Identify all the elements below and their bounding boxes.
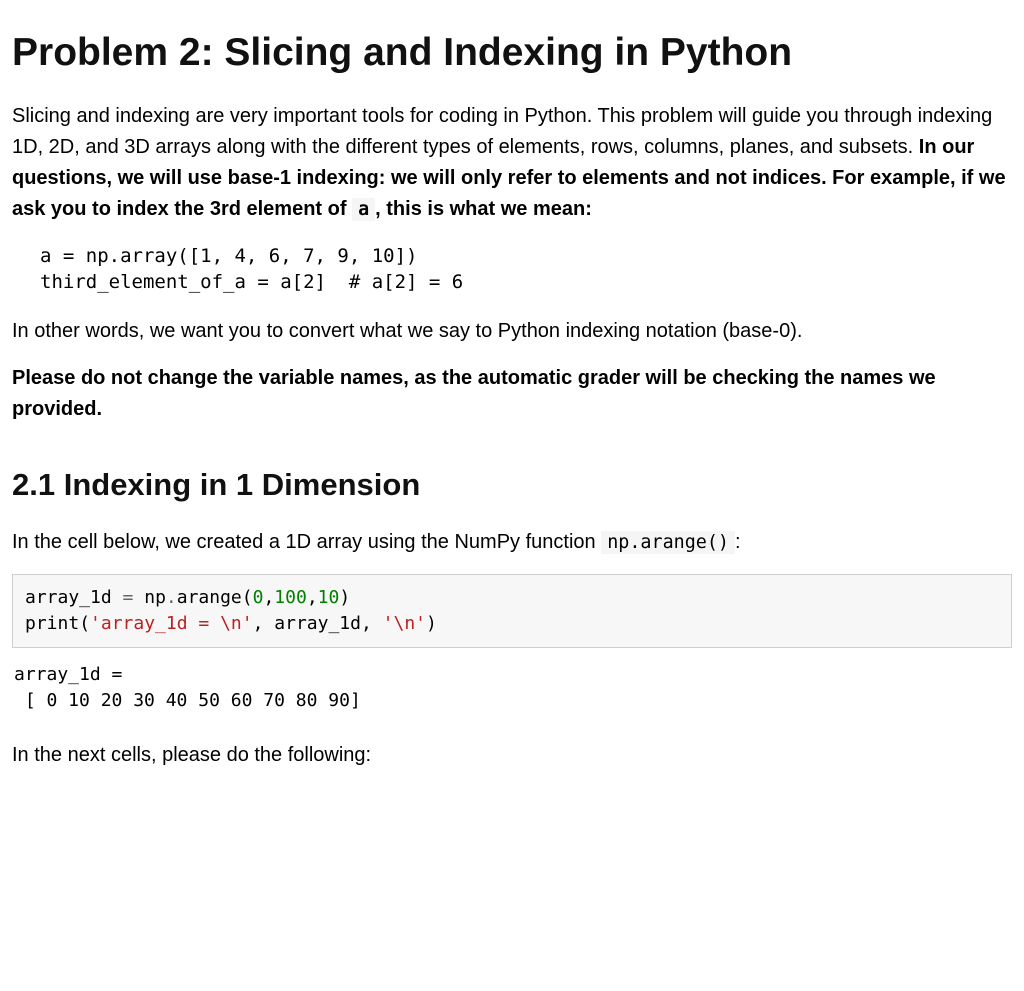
grader-note: Please do not change the variable names,… [12,363,1012,425]
tok: , array_1d, [253,613,383,634]
tok: . [166,587,177,608]
tok: print [25,613,79,634]
code-output-cell: array_1d = [ 0 10 20 30 40 50 60 70 80 9… [12,654,1012,722]
tok: arange( [177,587,253,608]
intro-bold-b: , this is what we mean: [375,198,592,220]
page-title: Problem 2: Slicing and Indexing in Pytho… [12,30,1012,77]
tok: 100 [274,587,307,608]
inline-code-arange: np.arange() [601,531,735,554]
after-example-text: In other words, we want you to convert w… [12,316,1012,347]
example-code-block: a = np.array([1, 4, 6, 7, 9, 10]) third_… [40,243,1012,296]
tok: 10 [318,587,340,608]
code-input-cell: array_1d = np.arange(0,100,10) print('ar… [12,574,1012,648]
lead-b: : [735,531,741,553]
tok: array_1d [25,587,123,608]
grader-note-bold: Please do not change the variable names,… [12,367,936,420]
tok: ) [339,587,350,608]
tok: , [307,587,318,608]
tok: ) [426,613,437,634]
tok: 0 [253,587,264,608]
tok: = [123,587,134,608]
inline-code-a: a [352,198,375,221]
intro-paragraph: Slicing and indexing are very important … [12,101,1012,225]
tok: '\n' [383,613,426,634]
intro-lead: Slicing and indexing are very important … [12,105,992,158]
section-2-1-heading: 2.1 Indexing in 1 Dimension [12,461,1012,509]
tok: 'array_1d = \n' [90,613,253,634]
next-cells-text: In the next cells, please do the followi… [12,740,1012,771]
tok: ( [79,613,90,634]
section-2-1-lead: In the cell below, we created a 1D array… [12,527,1012,558]
tok: np [133,587,166,608]
tok: , [263,587,274,608]
lead-a: In the cell below, we created a 1D array… [12,531,601,553]
